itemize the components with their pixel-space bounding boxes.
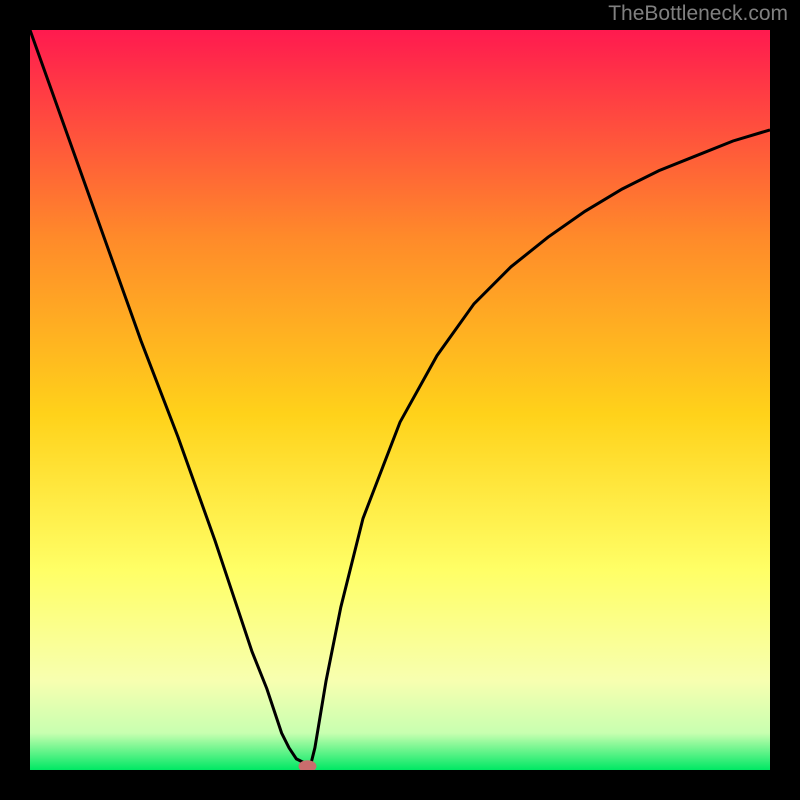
watermark: TheBottleneck.com <box>608 2 788 26</box>
gradient-background <box>30 30 770 770</box>
page: TheBottleneck.com <box>0 0 800 800</box>
chart-svg <box>0 0 800 800</box>
chart <box>0 0 800 800</box>
